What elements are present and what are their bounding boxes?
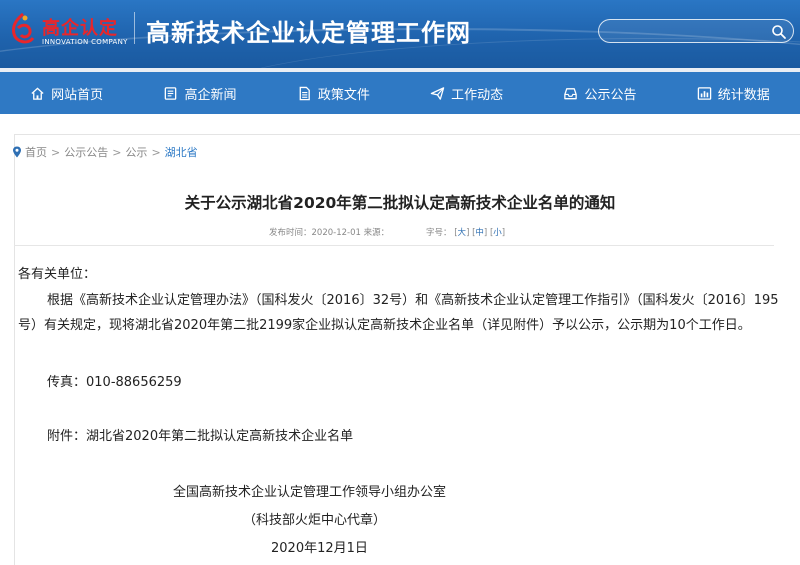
location-pin-icon [13,146,21,158]
breadcrumb-separator: > [51,145,61,159]
font-size-switcher: 字号： [大] [中] [小] [426,228,506,238]
nav-item-label: 统计数据 [717,87,770,103]
publish-info: 发布时间：2020-12-01 来源： [269,226,389,238]
search-box [598,19,794,43]
document-icon [299,86,310,100]
nav-item-stats[interactable]: 统计数据 [667,72,800,114]
stats-icon [697,86,712,100]
site-header: 高企认定 INNOVATION COMPANY 高新技术企业认定管理工作网 [0,0,800,68]
signature-org: 全国高新技术企业认定管理工作领导小组办公室 [173,485,447,500]
news-icon [165,86,177,100]
source-label: 来源： [363,228,390,238]
nav-item-label: 政策文件 [317,87,370,103]
font-size-label: 字号： [426,228,452,238]
nav-item-announcement[interactable]: 公示公告 [533,72,666,114]
font-size-large-link[interactable]: 大 [458,228,467,238]
inbox-icon [564,87,578,99]
breadcrumb-separator: > [112,145,122,159]
article-fax: 传真：010-88656259 [47,375,182,390]
signature-note: （科技部火炬中心代章） [243,513,387,528]
breadcrumb-publicity[interactable]: 公示 [125,144,147,160]
nav-item-work[interactable]: 工作动态 [400,72,533,114]
breadcrumb-separator: > [151,145,161,159]
signature-date: 2020年12月1日 [271,541,368,556]
site-logo[interactable]: 高企认定 INNOVATION COMPANY [2,6,134,52]
nav-item-label: 公示公告 [584,87,637,103]
breadcrumb: 首页 > 公示公告 > 公示 > 湖北省 [12,144,198,160]
nav-item-label: 工作动态 [451,87,504,103]
main-nav: 网站首页 高企新闻 政策文件 工作动态 公示公告 统计数据 [0,72,800,114]
publish-date: 2020-12-01 [311,228,361,238]
title-divider [14,245,774,246]
nav-item-home[interactable]: 网站首页 [0,72,133,114]
breadcrumb-current[interactable]: 湖北省 [165,144,198,160]
breadcrumb-announcement[interactable]: 公示公告 [64,144,108,160]
search-icon[interactable] [771,24,787,40]
nav-item-label: 网站首页 [51,87,104,103]
article-title: 关于公示湖北省2020年第二批拟认定高新技术企业名单的通知 [184,194,616,212]
font-size-small-link[interactable]: 小 [493,228,502,238]
publish-label: 发布时间： [269,228,312,238]
article-attachment: 附件：湖北省2020年第二批拟认定高新技术企业名单 [47,429,354,444]
site-title: 高新技术企业认定管理工作网 [146,19,471,47]
nav-item-news[interactable]: 高企新闻 [133,72,266,114]
breadcrumb-home[interactable]: 首页 [25,144,47,160]
home-icon [31,86,44,100]
nav-item-label: 高企新闻 [184,87,237,103]
font-size-medium-link[interactable]: 中 [475,228,484,238]
article-paragraph: 根据《高新技术企业认定管理办法》（国科发火〔2016〕32号）和《高新技术企业认… [18,293,779,333]
article-salutation: 各有关单位： [18,267,97,282]
logo-mark-icon [12,12,35,44]
logo-text: 高企认定 [42,18,118,39]
logo-subtext: INNOVATION COMPANY [42,38,128,46]
paper-plane-icon [430,86,445,100]
search-input[interactable] [609,22,759,40]
nav-item-policy[interactable]: 政策文件 [267,72,400,114]
article-meta: 发布时间：2020-12-01 来源： 字号： [大] [中] [小] [0,226,800,240]
header-divider [134,12,135,44]
